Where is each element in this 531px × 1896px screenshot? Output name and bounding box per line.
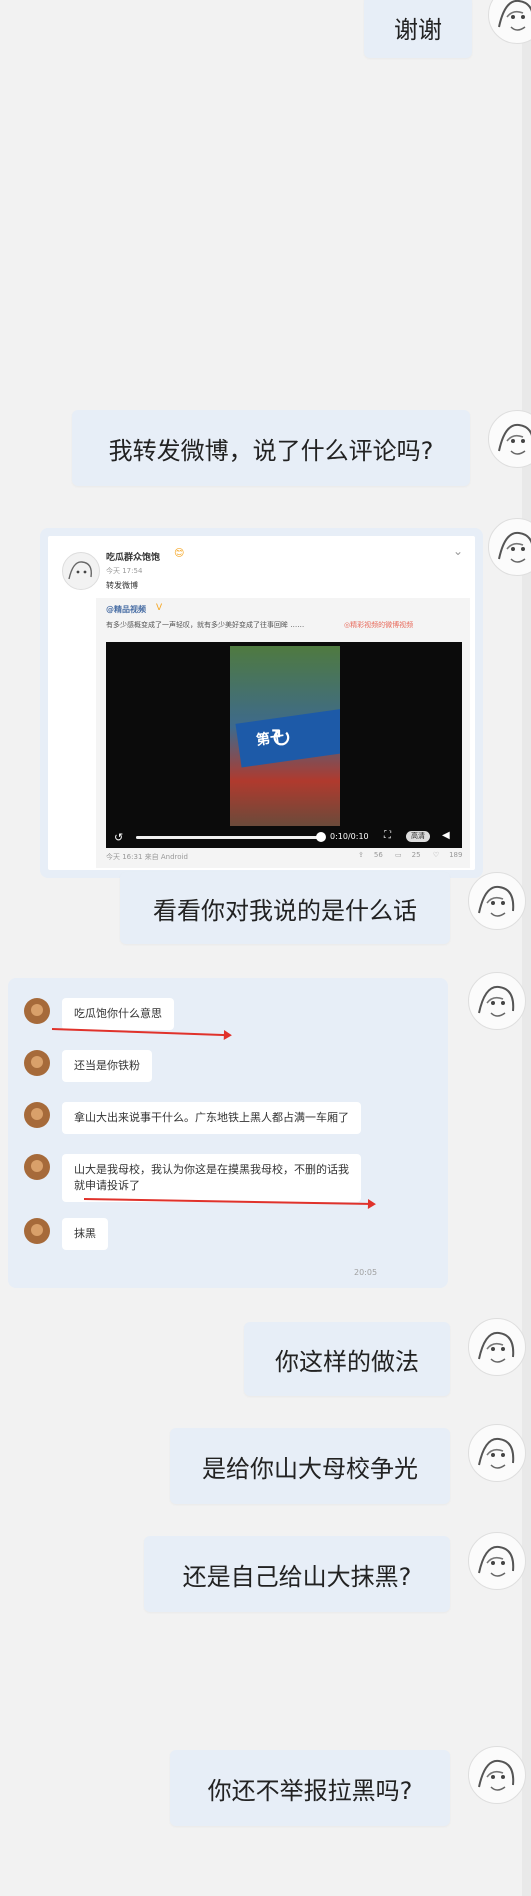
user-avatar[interactable] bbox=[468, 1424, 526, 1482]
original-weibo[interactable]: @精品视频 V 有多少感概变成了一声轻叹，就有多少美好变成了往事回眸 …… ◎精… bbox=[96, 598, 470, 868]
weibo-post-time: 今天 17:54 bbox=[106, 567, 143, 575]
message-text: 还是自己给山大抹黑? bbox=[182, 1562, 412, 1591]
original-text: 有多少感概变成了一声轻叹，就有多少美好变成了往事回眸 …… bbox=[106, 621, 305, 629]
user-avatar[interactable] bbox=[488, 410, 531, 468]
quality-button[interactable]: 高清 bbox=[406, 831, 430, 842]
weibo-actions: ⇪ 56 ▭ 25 ♡ 189 bbox=[348, 851, 462, 859]
replay-icon[interactable]: ↻ bbox=[266, 724, 296, 754]
quoted-message: 拿山大出来说事干什么。广东地铁上黑人都占满一车厢了 bbox=[62, 1102, 361, 1134]
weibo-author-name[interactable]: 吃瓜群众饱饱 bbox=[106, 550, 160, 563]
user-avatar[interactable] bbox=[488, 518, 531, 576]
weibo-author-avatar[interactable] bbox=[62, 552, 100, 590]
quoted-avatar bbox=[24, 1218, 50, 1244]
comment-icon[interactable]: ▭ bbox=[395, 851, 402, 859]
user-avatar[interactable] bbox=[468, 1746, 526, 1804]
user-avatar[interactable] bbox=[468, 872, 526, 930]
forwarded-weibo-card[interactable]: 吃瓜群众饱饱 😊 今天 17:54 转发微博 ⌄ @精品视频 V 有多少感概变成… bbox=[40, 528, 483, 878]
fullscreen-icon[interactable]: ⛶ bbox=[384, 830, 391, 841]
quoted-message: 山大是我母校，我认为你这是在摸黑我母校，不删的话我 就申请投诉了 bbox=[62, 1154, 361, 1202]
video-thumbnail: 第十 ↻ bbox=[230, 646, 340, 826]
message-text: 谢谢 bbox=[394, 15, 442, 44]
user-avatar[interactable] bbox=[468, 1318, 526, 1376]
quoted-timestamp: 20:05 bbox=[354, 1268, 378, 1277]
progress-track[interactable] bbox=[136, 836, 322, 839]
like-icon[interactable]: ♡ bbox=[433, 851, 439, 859]
quoted-avatar bbox=[24, 1050, 50, 1076]
message-text: 看看你对我说的是什么话 bbox=[153, 896, 417, 925]
volume-icon[interactable]: ◀ bbox=[442, 830, 450, 841]
original-author[interactable]: @精品视频 bbox=[106, 604, 146, 615]
video-controls: ↺ 0:10/0:10 ⛶ 高清 ◀ bbox=[106, 826, 462, 848]
video-time: 0:10/0:10 bbox=[330, 832, 369, 841]
like-count: 189 bbox=[449, 851, 463, 859]
verified-badge-icon: V bbox=[156, 603, 163, 613]
video-player[interactable]: 第十 ↻ ↺ 0:10/0:10 ⛶ 高清 ◀ bbox=[106, 642, 462, 848]
quoted-message: 吃瓜饱你什么意思 bbox=[62, 998, 174, 1030]
repost-text: 转发微博 bbox=[106, 581, 138, 590]
scrollbar-track[interactable] bbox=[522, 0, 531, 1896]
message-bubble[interactable]: 看看你对我说的是什么话 bbox=[120, 872, 450, 944]
message-bubble[interactable]: 你这样的做法 bbox=[244, 1322, 450, 1396]
message-text: 是给你山大母校争光 bbox=[202, 1454, 418, 1483]
message-text: 你还不举报拉黑吗? bbox=[207, 1776, 413, 1805]
comment-count: 25 bbox=[411, 851, 421, 859]
user-avatar[interactable] bbox=[468, 1532, 526, 1590]
message-bubble[interactable]: 还是自己给山大抹黑? bbox=[144, 1536, 450, 1612]
emoji-icon: 😊 bbox=[174, 548, 185, 559]
chevron-down-icon[interactable]: ⌄ bbox=[453, 544, 463, 558]
message-bubble[interactable]: 谢谢 bbox=[364, 0, 472, 58]
repost-count: 56 bbox=[373, 851, 383, 859]
original-post-time: 今天 16:31 来自 Android bbox=[106, 853, 188, 861]
message-bubble[interactable]: 我转发微博，说了什么评论吗? bbox=[72, 410, 470, 486]
repost-icon[interactable]: ⇪ bbox=[358, 851, 364, 859]
user-avatar[interactable] bbox=[468, 972, 526, 1030]
user-avatar[interactable] bbox=[488, 0, 531, 44]
quoted-message-line: 山大是我母校，我认为你这是在摸黑我母校，不删的话我 bbox=[74, 1163, 349, 1176]
quoted-avatar bbox=[24, 1154, 50, 1180]
video-link[interactable]: ◎精彩视频的微博视频 bbox=[344, 620, 413, 630]
message-bubble[interactable]: 是给你山大母校争光 bbox=[170, 1428, 450, 1504]
quoted-message: 抹黑 bbox=[62, 1218, 108, 1250]
quoted-message-line: 就申请投诉了 bbox=[74, 1179, 140, 1192]
progress-fill bbox=[136, 836, 322, 839]
weibo-post[interactable]: 吃瓜群众饱饱 😊 今天 17:54 转发微博 ⌄ @精品视频 V 有多少感概变成… bbox=[48, 536, 475, 870]
progress-handle[interactable] bbox=[316, 832, 326, 842]
message-bubble[interactable]: 你还不举报拉黑吗? bbox=[170, 1750, 450, 1826]
quoted-message: 还当是你铁粉 bbox=[62, 1050, 152, 1082]
message-text: 我转发微博，说了什么评论吗? bbox=[108, 436, 434, 465]
replay-small-icon[interactable]: ↺ bbox=[114, 831, 123, 844]
message-text: 你这样的做法 bbox=[275, 1347, 419, 1376]
quoted-avatar bbox=[24, 1102, 50, 1128]
quoted-chat-screenshot[interactable]: 吃瓜饱你什么意思 还当是你铁粉 拿山大出来说事干什么。广东地铁上黑人都占满一车厢… bbox=[8, 978, 448, 1288]
quoted-avatar bbox=[24, 998, 50, 1024]
